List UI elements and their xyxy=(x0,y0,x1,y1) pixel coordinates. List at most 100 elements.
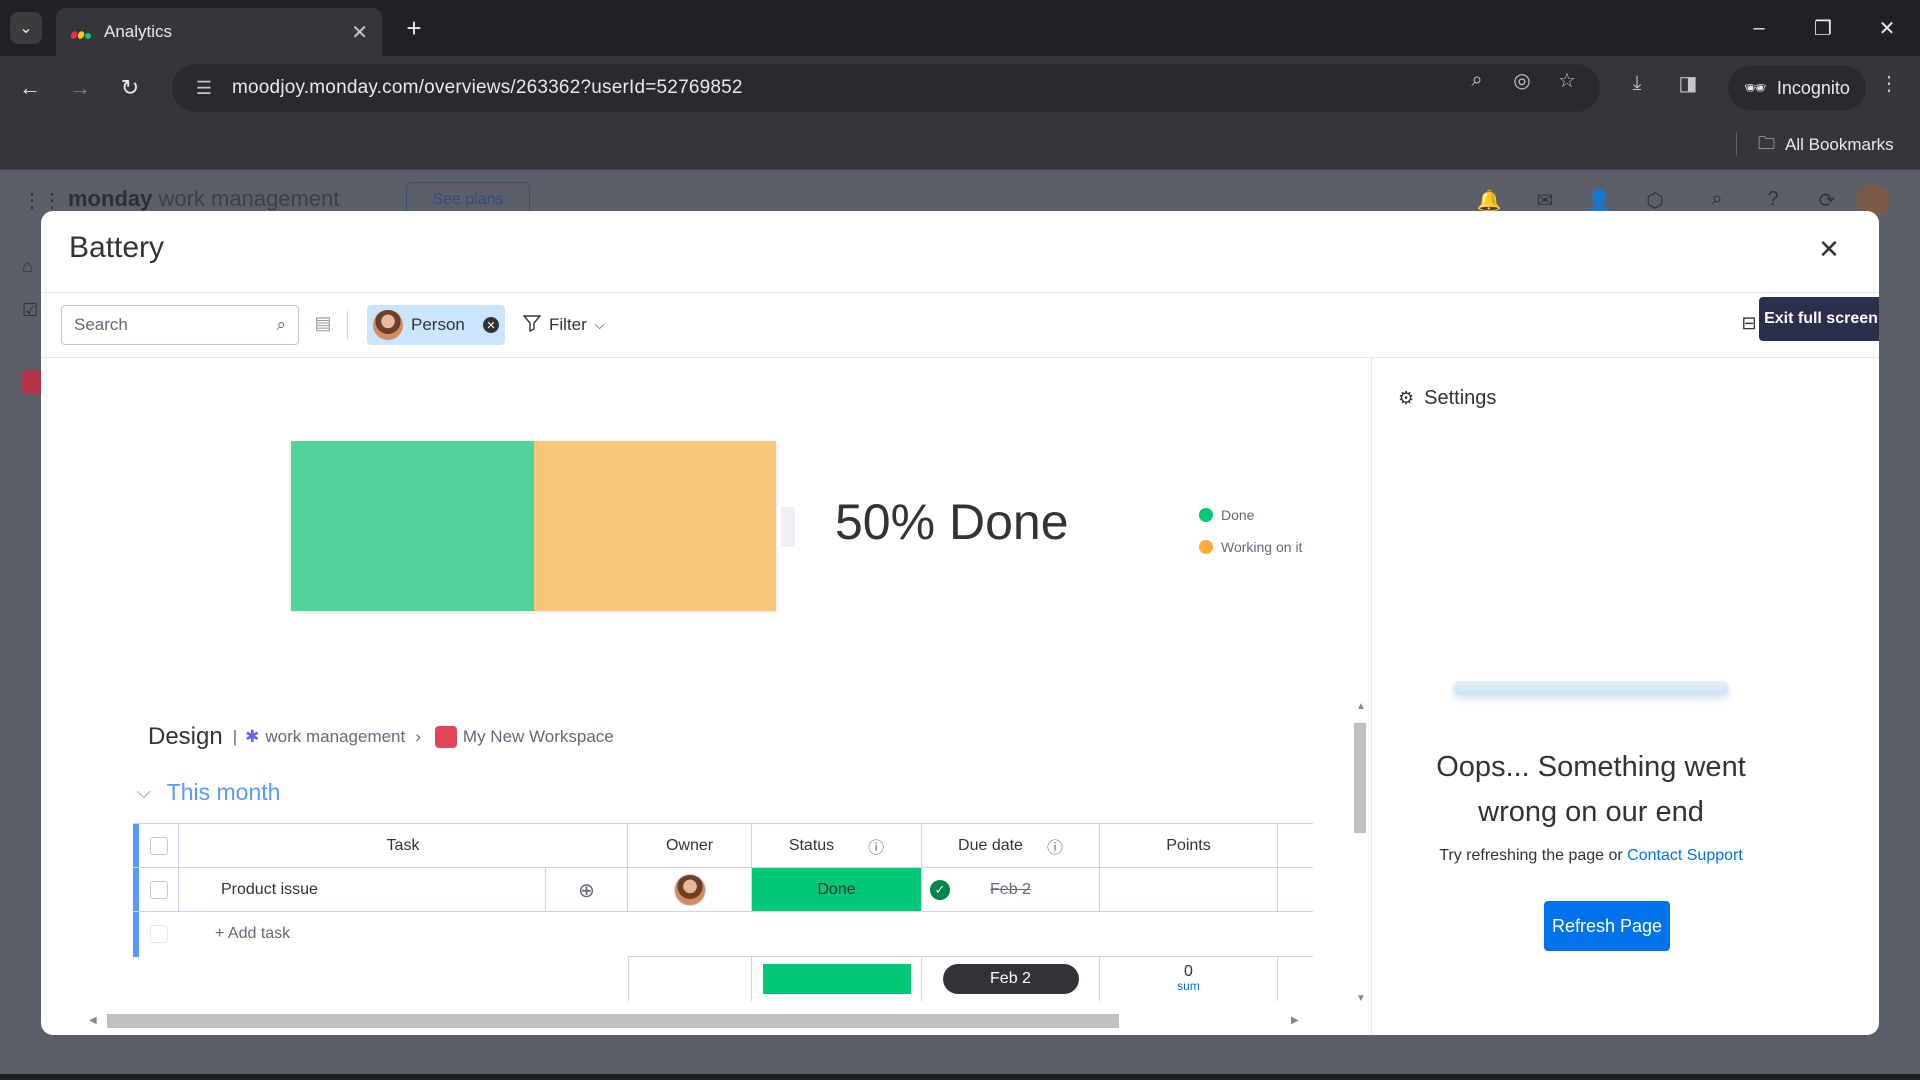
exit-fullscreen-close-icon[interactable]: ✕ xyxy=(1813,233,1845,265)
status-summary-cell[interactable] xyxy=(752,957,922,1001)
incognito-icon: 🕶 xyxy=(1744,77,1767,98)
tab-title: Analytics xyxy=(104,22,173,41)
task-cell[interactable]: Product issue xyxy=(179,868,546,912)
modal-title: Battery xyxy=(69,231,165,264)
settings-title: Settings xyxy=(1424,387,1497,409)
status-cell[interactable]: Done xyxy=(752,868,922,912)
due-date-column-label: Due date xyxy=(958,837,1023,854)
side-panel-icon[interactable]: ◨ xyxy=(1673,68,1703,98)
info-icon[interactable]: ⓘ xyxy=(1047,834,1063,858)
url-text[interactable]: moodjoy.monday.com/overviews/263362?user… xyxy=(232,77,743,99)
tab-search-button[interactable]: ⌄ xyxy=(10,12,42,44)
due-date-value: Feb 2 xyxy=(990,881,1031,898)
back-button[interactable]: ← xyxy=(12,70,48,106)
search-input[interactable] xyxy=(74,315,254,335)
filter-button[interactable]: Filter ⌵ xyxy=(522,305,605,345)
contact-support-link[interactable]: Contact Support xyxy=(1627,847,1743,864)
add-task-row[interactable]: + Add task xyxy=(133,911,1313,956)
vertical-scrollbar[interactable] xyxy=(1354,723,1366,833)
search-box[interactable]: ⌕ xyxy=(61,305,299,345)
column-header-due-date[interactable]: Due date ⓘ xyxy=(922,824,1100,868)
owner-cell[interactable] xyxy=(628,868,752,912)
row-checkbox-cell xyxy=(139,868,179,912)
battery-segment-done xyxy=(291,441,534,611)
board-name[interactable]: Design xyxy=(148,723,223,751)
clear-person-icon[interactable]: ✕ xyxy=(483,317,499,333)
address-bar[interactable]: ☰ moodjoy.monday.com/overviews/263362?us… xyxy=(172,64,1600,112)
exit-fullscreen-tooltip: Exit full screen xyxy=(1759,297,1879,341)
board-breadcrumb: Design | ✱ work management › My New Work… xyxy=(148,723,614,751)
apps-grid-icon[interactable]: ⋮⋮ xyxy=(22,188,62,214)
scroll-right-arrow-icon[interactable]: ▶ xyxy=(1291,1015,1299,1026)
battery-bar xyxy=(291,441,776,611)
save-view-icon[interactable]: ▤ xyxy=(311,313,335,337)
task-column-label: Task xyxy=(386,837,420,854)
due-date-cell[interactable]: ✓ Feb 2 xyxy=(922,868,1100,912)
app-logo[interactable]: monday work management xyxy=(68,186,339,212)
group-collapse-chevron-icon[interactable]: ⌵ xyxy=(137,782,151,803)
browser-tab-analytics[interactable]: Analytics ✕ xyxy=(56,8,382,56)
tab-close-icon[interactable]: ✕ xyxy=(351,20,368,45)
eye-off-icon[interactable]: ◎ xyxy=(1508,68,1536,92)
info-icon[interactable]: ⓘ xyxy=(868,834,884,858)
select-all-checkbox[interactable] xyxy=(149,837,168,855)
reload-button[interactable]: ↻ xyxy=(112,70,148,106)
folder-icon: 🗀 xyxy=(1758,133,1775,153)
browser-toolbar: ← → ↻ ☰ moodjoy.monday.com/overviews/263… xyxy=(0,56,1920,120)
filter-label: Filter xyxy=(549,315,587,334)
column-header-points[interactable]: Points xyxy=(1100,824,1278,868)
legend-dot-done xyxy=(1199,508,1213,522)
add-task-label[interactable]: + Add task xyxy=(215,925,290,943)
task-name[interactable]: Product issue xyxy=(221,881,318,899)
chevron-down-icon: ⌵ xyxy=(594,317,605,332)
scroll-left-arrow-icon[interactable]: ◀ xyxy=(89,1015,97,1026)
add-task-cell[interactable]: + Add task xyxy=(179,912,1278,956)
workspace-type[interactable]: work management xyxy=(265,727,405,747)
workspace-name[interactable]: My New Workspace xyxy=(463,727,614,747)
bookmark-star-icon[interactable]: ☆ xyxy=(1553,68,1581,92)
person-chip-label: Person xyxy=(411,315,465,334)
settings-header[interactable]: ⚙ Settings xyxy=(1398,387,1496,410)
restore-button[interactable]: ❐ xyxy=(1800,10,1846,46)
window-close-button[interactable]: ✕ xyxy=(1864,10,1910,46)
horizontal-scrollbar[interactable] xyxy=(107,1014,1119,1028)
forward-button[interactable]: → xyxy=(62,70,98,106)
zoom-icon[interactable]: ⌕ xyxy=(1463,68,1491,92)
panel-divider xyxy=(1371,358,1372,1035)
group-title[interactable]: This month xyxy=(167,779,281,806)
scroll-up-arrow-icon[interactable]: ▲ xyxy=(1356,701,1366,712)
legend-label-working: Working on it xyxy=(1221,539,1303,555)
refresh-page-button[interactable]: Refresh Page xyxy=(1544,901,1670,951)
chevron-right-icon: › xyxy=(415,727,421,746)
points-summary-cell[interactable]: 0 sum xyxy=(1100,957,1278,1001)
column-header-task[interactable]: Task xyxy=(179,824,628,868)
breadcrumb-separator: | xyxy=(232,727,238,746)
minimize-button[interactable]: – xyxy=(1736,10,1782,46)
battery-percent-text: 50% Done xyxy=(835,494,1069,550)
incognito-badge[interactable]: 🕶 Incognito xyxy=(1728,66,1866,110)
group-header[interactable]: ⌵ This month xyxy=(137,779,280,806)
owner-avatar[interactable] xyxy=(673,874,706,906)
points-cell[interactable] xyxy=(1100,868,1278,912)
logo-product: work management xyxy=(152,186,340,211)
due-date-summary-pill: Feb 2 xyxy=(942,964,1079,994)
new-tab-button[interactable]: + xyxy=(398,12,430,44)
monday-workspace-icon: ✱ xyxy=(245,727,260,746)
status-summary-bar xyxy=(762,964,911,994)
column-header-status[interactable]: Status ⓘ xyxy=(752,824,922,868)
done-check-icon: ✓ xyxy=(930,880,950,900)
scroll-down-arrow-icon[interactable]: ▼ xyxy=(1356,993,1366,1004)
browser-menu-icon[interactable]: ⋮ xyxy=(1874,68,1904,98)
refresh-page-label: Refresh Page xyxy=(1551,915,1663,936)
battery-modal: Battery ✕ ⌕ ▤ Person ✕ Filter ⌵ ⊟ 50% Do… xyxy=(41,211,1879,1035)
all-bookmarks-button[interactable]: 🗀 All Bookmarks xyxy=(1758,130,1894,160)
add-update-icon[interactable]: ⊕ xyxy=(546,868,628,912)
due-date-summary-cell[interactable]: Feb 2 xyxy=(922,957,1100,1001)
person-filter-chip[interactable]: Person ✕ xyxy=(367,305,505,345)
download-icon[interactable]: ⤓ xyxy=(1622,68,1652,98)
error-subtitle: Try refreshing the page or Contact Suppo… xyxy=(1381,847,1801,865)
table-row[interactable]: Product issue ⊕ Done ✓ Feb 2 xyxy=(133,867,1313,912)
column-header-owner[interactable]: Owner xyxy=(628,824,752,868)
site-info-icon[interactable]: ☰ xyxy=(184,78,224,99)
row-checkbox[interactable] xyxy=(149,881,168,899)
